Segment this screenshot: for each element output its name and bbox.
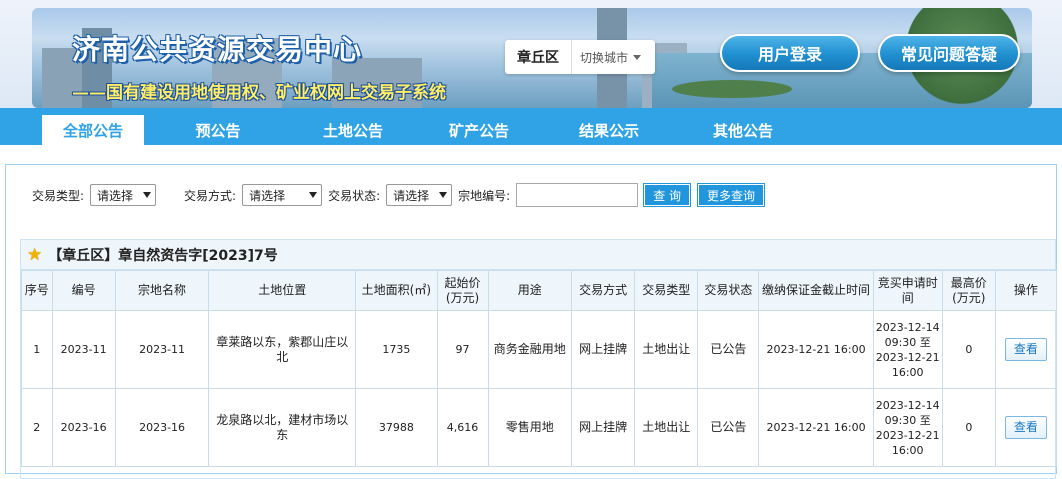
cell-name: 2023-11 (114, 310, 210, 389)
col-header: 交易方式 (571, 270, 636, 311)
city-selector[interactable]: 章丘区 切换城市 (505, 40, 655, 74)
cell-status: 已公告 (697, 310, 760, 389)
cell-max-price: 0 (941, 388, 996, 467)
star-icon: ★ (27, 244, 43, 265)
tab-mineral[interactable]: 矿产公告 (414, 115, 544, 145)
main-panel: 交易类型: 请选择 交易方式: 请选择 交易状态: 请选择 宗地编号: 查 询 … (5, 164, 1058, 479)
view-button[interactable]: 查看 (1004, 416, 1047, 439)
switch-city-label: 切换城市 (580, 50, 629, 65)
main-nav: 全部公告 预公告 土地公告 矿产公告 结果公示 其他公告 (0, 108, 1062, 145)
type-select-value: 请选择 (97, 188, 134, 203)
cell-type: 土地出让 (634, 310, 699, 389)
site-title: 济南公共资源交易中心 (72, 33, 363, 66)
cell-location: 章莱路以东，紫郡山庄以北 (208, 310, 357, 389)
faq-button[interactable]: 常见问题答疑 (878, 34, 1020, 72)
parcel-label: 宗地编号: (458, 188, 511, 203)
switch-city-button[interactable]: 切换城市 (572, 49, 642, 66)
island-shape (672, 80, 792, 98)
cell-apply-time: 2023-12-14 09:30 至 2023-12-21 16:00 (872, 310, 943, 389)
cell-price: 97 (436, 310, 489, 389)
current-city: 章丘区 (505, 40, 572, 74)
site-subtitle: ——国有建设用地使用权、矿业权网上交易子系统 (72, 83, 446, 103)
cell-max-price: 0 (941, 310, 996, 389)
table-row: 2 2023-16 2023-16 龙泉路以北，建材市场以东 37988 4,6… (21, 388, 1058, 467)
cell-use: 商务金融用地 (487, 310, 573, 389)
col-header: 用途 (487, 270, 573, 311)
col-header: 序号 (21, 270, 53, 311)
cell-mode: 网上挂牌 (571, 310, 636, 389)
cell-no: 2 (21, 388, 53, 467)
col-header: 编号 (51, 270, 116, 311)
col-header: 竞买申请时间 (872, 270, 943, 311)
cell-location: 龙泉路以北，建材市场以东 (208, 388, 357, 467)
cell-action: 查看 (994, 310, 1058, 389)
cell-name: 2023-16 (114, 388, 210, 467)
view-button[interactable]: 查看 (1004, 338, 1047, 361)
tab-other[interactable]: 其他公告 (674, 115, 812, 145)
tab-land[interactable]: 土地公告 (292, 115, 414, 145)
header: 济南公共资源交易中心 ——国有建设用地使用权、矿业权网上交易子系统 章丘区 切换… (0, 0, 1062, 108)
tab-pre-announcement[interactable]: 预公告 (144, 115, 292, 145)
status-label: 交易状态: (328, 188, 381, 203)
cell-code: 2023-16 (51, 388, 116, 467)
col-header: 最高价(万元) (941, 270, 996, 311)
col-header: 缴纳保证金截止时间 (758, 270, 874, 311)
cell-price: 4,616 (436, 388, 489, 467)
table-row: 1 2023-11 2023-11 章莱路以东，紫郡山庄以北 1735 97 商… (21, 310, 1058, 389)
col-header: 土地面积(㎡) (355, 270, 438, 311)
cell-area: 37988 (355, 388, 438, 467)
tab-results[interactable]: 结果公示 (544, 115, 674, 145)
results-table: 序号 编号 宗地名称 土地位置 土地面积(㎡) 起始价(万元) 用途 交易方式 … (21, 270, 1058, 467)
caret-down-icon (439, 192, 448, 198)
type-label: 交易类型: (32, 188, 85, 203)
col-header: 宗地名称 (114, 270, 210, 311)
caret-down-icon (309, 192, 318, 198)
cell-action: 查看 (994, 388, 1058, 467)
caret-down-icon (143, 192, 152, 198)
cell-code: 2023-11 (51, 310, 116, 389)
cell-type: 土地出让 (634, 388, 699, 467)
mode-label: 交易方式: (184, 188, 237, 203)
type-select[interactable]: 请选择 (90, 184, 157, 206)
cell-no: 1 (21, 310, 53, 389)
cell-mode: 网上挂牌 (571, 388, 636, 467)
mode-select-value: 请选择 (249, 188, 286, 203)
mode-select[interactable]: 请选择 (242, 184, 323, 206)
cell-apply-time: 2023-12-14 09:30 至 2023-12-21 16:00 (872, 388, 943, 467)
cell-deposit-deadline: 2023-12-21 16:00 (758, 310, 874, 389)
parcel-number-input[interactable] (516, 183, 639, 207)
cell-deposit-deadline: 2023-12-21 16:00 (758, 388, 874, 467)
login-button[interactable]: 用户登录 (720, 34, 860, 72)
col-header: 交易类型 (634, 270, 699, 311)
query-button[interactable]: 查 询 (643, 183, 692, 207)
status-select[interactable]: 请选择 (386, 184, 453, 206)
col-header: 交易状态 (697, 270, 760, 311)
col-header: 操作 (994, 270, 1058, 311)
col-header: 土地位置 (208, 270, 357, 311)
announcement-title: 【章丘区】章自然资告字[2023]7号 (48, 247, 278, 264)
table-header-row: 序号 编号 宗地名称 土地位置 土地面积(㎡) 起始价(万元) 用途 交易方式 … (21, 270, 1058, 311)
filter-bar: 交易类型: 请选择 交易方式: 请选择 交易状态: 请选择 宗地编号: 查 询 … (6, 165, 1056, 225)
announcement-header[interactable]: ★ 【章丘区】章自然资告字[2023]7号 (21, 240, 1055, 270)
status-select-value: 请选择 (393, 188, 430, 203)
chevron-down-icon (633, 54, 642, 60)
more-query-button[interactable]: 更多查询 (697, 183, 766, 207)
cell-use: 零售用地 (487, 388, 573, 467)
col-header: 起始价(万元) (436, 270, 489, 311)
cell-area: 1735 (355, 310, 438, 389)
announcement-list: ★ 【章丘区】章自然资告字[2023]7号 序号 编号 宗地名称 土地位置 土地… (20, 239, 1058, 479)
tab-all[interactable]: 全部公告 (42, 115, 144, 145)
cell-status: 已公告 (697, 388, 760, 467)
